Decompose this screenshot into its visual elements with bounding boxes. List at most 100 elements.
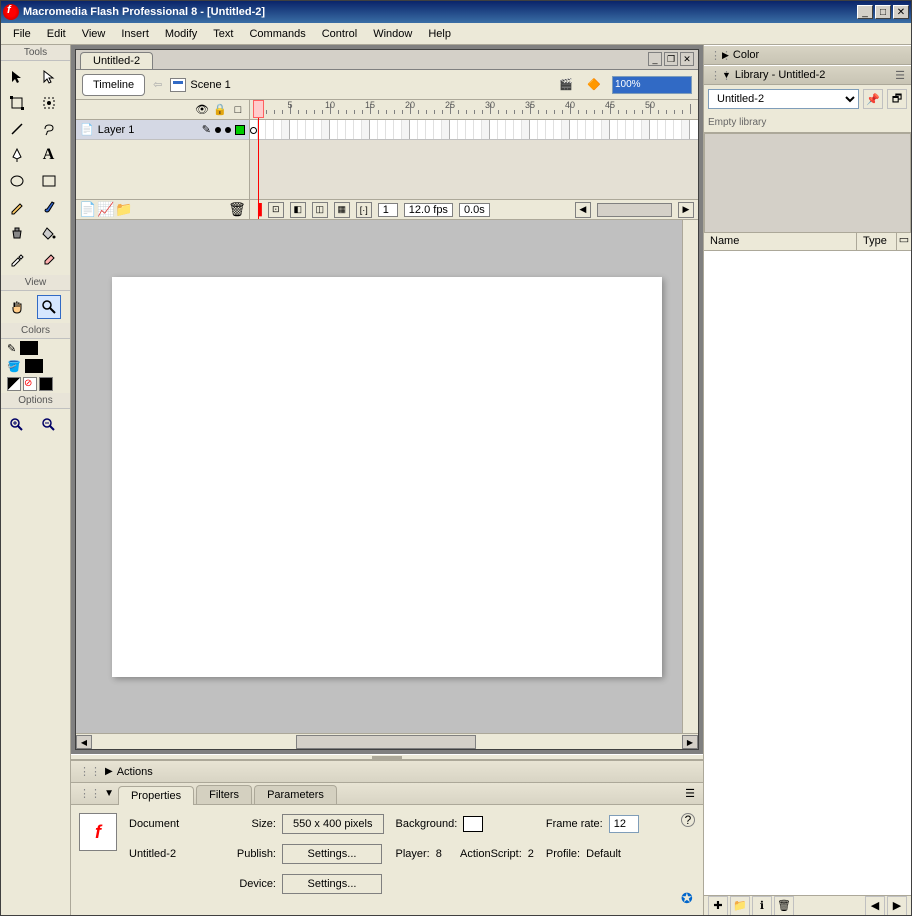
hscroll-left-arrow[interactable]: ◀: [76, 735, 92, 749]
library-panel-header[interactable]: ⋮⋮ ▼ Library - Untitled-2 ☰: [704, 65, 911, 85]
vertical-scrollbar[interactable]: [682, 220, 698, 733]
doc-close-button[interactable]: ✕: [680, 52, 694, 66]
library-document-select[interactable]: Untitled-2: [708, 89, 859, 109]
framerate-input[interactable]: [609, 815, 639, 833]
swap-colors-button[interactable]: [39, 377, 53, 391]
center-frame-button[interactable]: ⊡: [268, 202, 284, 218]
library-sort-icon[interactable]: ▭: [897, 233, 911, 250]
menu-window[interactable]: Window: [365, 26, 420, 42]
menu-insert[interactable]: Insert: [113, 26, 157, 42]
playhead-cap[interactable]: [253, 100, 264, 118]
new-folder-button[interactable]: 📁: [730, 896, 750, 916]
menu-text[interactable]: Text: [205, 26, 241, 42]
horizontal-scrollbar[interactable]: ◀ ▶: [76, 733, 698, 749]
timeline-toggle-button[interactable]: Timeline: [82, 74, 145, 96]
insert-folder-button[interactable]: 📁: [116, 202, 132, 218]
pen-tool[interactable]: [5, 143, 29, 167]
size-button[interactable]: 550 x 400 pixels: [282, 814, 384, 834]
onion-skin-button[interactable]: ◧: [290, 202, 306, 218]
onion-skin-outlines-button[interactable]: ◫: [312, 202, 328, 218]
tab-properties[interactable]: Properties: [118, 786, 194, 805]
maximize-button[interactable]: □: [875, 5, 891, 19]
zoom-out-option[interactable]: [37, 413, 61, 437]
zoom-tool[interactable]: [37, 295, 61, 319]
back-arrow-icon[interactable]: ⇦: [153, 78, 162, 91]
new-symbol-button[interactable]: ✚: [708, 896, 728, 916]
edit-scene-icon[interactable]: 🎬: [556, 75, 576, 95]
pencil-tool[interactable]: [5, 195, 29, 219]
library-list[interactable]: [704, 251, 911, 895]
selection-tool[interactable]: [5, 65, 29, 89]
tab-parameters[interactable]: Parameters: [254, 785, 337, 804]
layer-row[interactable]: 📄 Layer 1 ✎: [76, 120, 249, 140]
doc-restore-button[interactable]: ❐: [664, 52, 678, 66]
minimize-button[interactable]: _: [857, 5, 873, 19]
device-settings-button[interactable]: Settings...: [282, 874, 382, 894]
ink-bottle-tool[interactable]: [5, 221, 29, 245]
menu-edit[interactable]: Edit: [39, 26, 74, 42]
new-library-panel-button[interactable]: 🗗: [887, 89, 907, 109]
library-scroll-left[interactable]: ◀: [865, 896, 885, 916]
no-color-button[interactable]: ⊘: [23, 377, 37, 391]
frames-row[interactable]: [250, 120, 698, 140]
menu-modify[interactable]: Modify: [157, 26, 205, 42]
zoom-in-option[interactable]: [5, 413, 29, 437]
delete-symbol-button[interactable]: 🗑: [774, 896, 794, 916]
help-icon[interactable]: ?: [681, 813, 695, 827]
hand-tool[interactable]: [5, 295, 29, 319]
brush-tool[interactable]: [37, 195, 61, 219]
outline-column-icon[interactable]: □: [231, 104, 245, 116]
pin-library-button[interactable]: 📌: [863, 89, 883, 109]
hscroll-thumb[interactable]: [296, 735, 476, 749]
grip-icon[interactable]: ⋮⋮: [79, 787, 101, 800]
subselection-tool[interactable]: [37, 65, 61, 89]
zoom-select[interactable]: [612, 76, 692, 94]
lasso-tool[interactable]: [37, 117, 61, 141]
text-tool[interactable]: A: [37, 143, 61, 167]
panel-options-icon[interactable]: ☰: [895, 69, 905, 82]
library-col-type[interactable]: Type: [857, 233, 897, 250]
delete-layer-button[interactable]: 🗑: [229, 202, 245, 218]
ruler-head[interactable]: 15101520253035404550: [250, 100, 698, 120]
menu-help[interactable]: Help: [420, 26, 459, 42]
oval-tool[interactable]: [5, 169, 29, 193]
scene-breadcrumb[interactable]: Scene 1: [170, 78, 230, 92]
menu-file[interactable]: File: [5, 26, 39, 42]
color-panel-header[interactable]: ⋮⋮ ▶ Color: [704, 45, 911, 65]
document-tab[interactable]: Untitled-2: [80, 52, 153, 69]
panel-options-icon[interactable]: ☰: [677, 783, 703, 804]
stroke-color-swatch[interactable]: [20, 341, 38, 355]
close-button[interactable]: ✕: [893, 5, 909, 19]
eraser-tool[interactable]: [37, 247, 61, 271]
line-tool[interactable]: [5, 117, 29, 141]
expand-properties-icon[interactable]: ✪: [681, 890, 695, 907]
doc-minimize-button[interactable]: _: [648, 52, 662, 66]
rectangle-tool[interactable]: [37, 169, 61, 193]
menu-view[interactable]: View: [74, 26, 114, 42]
paint-bucket-tool[interactable]: [37, 221, 61, 245]
layer-lock-dot[interactable]: [225, 127, 231, 133]
tab-filters[interactable]: Filters: [196, 785, 252, 804]
background-color-swatch[interactable]: [463, 816, 483, 832]
timeline-scrollbar[interactable]: [597, 203, 672, 217]
actions-panel-header[interactable]: ⋮⋮ ▶ Actions: [71, 761, 703, 783]
library-col-name[interactable]: Name: [704, 233, 857, 250]
lock-column-icon[interactable]: 🔒: [213, 103, 227, 116]
insert-motion-guide-button[interactable]: 📈: [98, 202, 114, 218]
eye-column-icon[interactable]: 👁: [195, 103, 209, 116]
insert-layer-button[interactable]: 📄: [80, 202, 96, 218]
stage-area[interactable]: [76, 220, 698, 733]
layer-visible-dot[interactable]: [215, 127, 221, 133]
free-transform-tool[interactable]: [5, 91, 29, 115]
stage[interactable]: [112, 277, 662, 677]
timeline-scroll-right[interactable]: ▶: [678, 202, 694, 218]
menu-commands[interactable]: Commands: [241, 26, 313, 42]
timeline-scroll-left[interactable]: ◀: [575, 202, 591, 218]
panel-divider[interactable]: [71, 754, 703, 760]
eyedropper-tool[interactable]: [5, 247, 29, 271]
edit-symbols-icon[interactable]: 🔶: [584, 75, 604, 95]
hscroll-right-arrow[interactable]: ▶: [682, 735, 698, 749]
modify-onion-markers-button[interactable]: [·]: [356, 202, 372, 218]
gradient-transform-tool[interactable]: [37, 91, 61, 115]
library-scroll-right[interactable]: ▶: [887, 896, 907, 916]
